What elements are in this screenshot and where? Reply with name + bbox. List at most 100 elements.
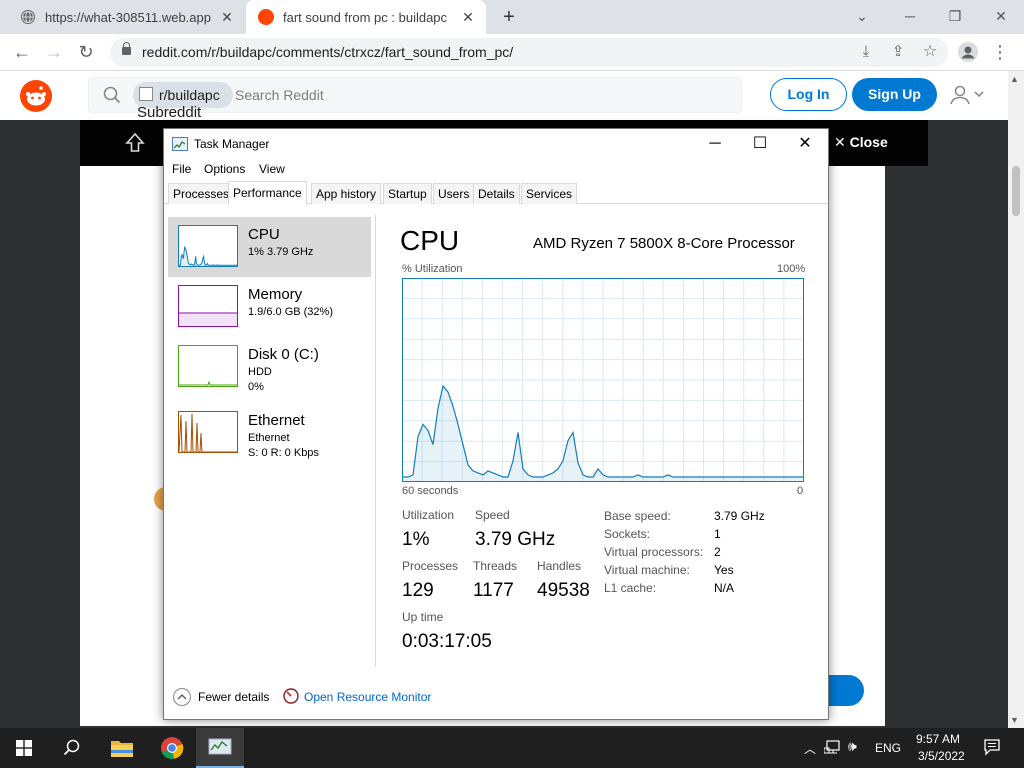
browser-tab-1[interactable]: https://what-308511.web.app ✕ — [0, 0, 245, 34]
base-speed-value: 3.79 GHz — [714, 509, 765, 523]
throughput: S: 0 R: 0 Kbps — [248, 447, 319, 459]
minimize-button[interactable]: ─ — [705, 135, 725, 153]
sidebar-name: Disk 0 (C:) — [248, 346, 319, 363]
virtual-machine-label: Virtual machine: — [604, 563, 690, 577]
disk-type: HDD — [248, 366, 272, 378]
sidebar-item-disk[interactable]: Disk 0 (C:) HDD 0% — [168, 337, 371, 397]
close-tab-icon[interactable]: ✕ — [219, 9, 235, 25]
cpu-panel: CPU AMD Ryzen 7 5800X 8-Core Processor %… — [400, 205, 810, 675]
scrollbar-thumb[interactable] — [1012, 166, 1020, 216]
login-button[interactable]: Log In — [770, 78, 847, 111]
menu-file[interactable]: File — [172, 162, 191, 176]
back-arrow-icon[interactable]: ← — [10, 41, 34, 63]
file-explorer-icon[interactable] — [98, 728, 146, 768]
base-speed-label: Base speed: — [604, 509, 671, 523]
close-window-button[interactable]: ✕ — [795, 135, 815, 153]
sidebar-sub: HDD 0% — [248, 365, 272, 395]
windows-start-icon[interactable] — [0, 728, 48, 768]
forward-arrow-icon[interactable]: → — [42, 41, 66, 63]
disk-usage: 0% — [248, 381, 264, 393]
profile-icon[interactable] — [956, 41, 980, 63]
tab-app-history[interactable]: App history — [311, 183, 382, 204]
task-manager-taskbar-icon[interactable] — [196, 728, 244, 768]
threads-value: 1177 — [473, 580, 514, 601]
zero-axis-label: 0 — [797, 485, 804, 497]
fewer-details-link[interactable]: Fewer details — [198, 690, 269, 704]
processor-name: AMD Ryzen 7 5800X 8-Core Processor — [533, 235, 795, 252]
url-field[interactable]: reddit.com/r/buildapc/comments/ctrxcz/fa… — [110, 38, 948, 67]
sidebar-item-ethernet[interactable]: Ethernet Ethernet S: 0 R: 0 Kbps — [168, 403, 371, 463]
menu-view[interactable]: View — [259, 162, 285, 176]
l1-cache-value: N/A — [714, 581, 735, 595]
chevron-up-icon[interactable] — [172, 687, 192, 710]
minimize-button[interactable]: ─ — [895, 5, 925, 27]
scroll-down-icon[interactable]: ▼ — [1010, 715, 1019, 725]
tab-startup[interactable]: Startup — [383, 183, 432, 204]
url-text: reddit.com/r/buildapc/comments/ctrxcz/fa… — [142, 44, 514, 60]
sockets-label: Sockets: — [604, 527, 651, 541]
restore-button[interactable]: ❐ — [940, 5, 970, 27]
address-bar: ← → ↻ reddit.com/r/buildapc/comments/ctr… — [0, 34, 1024, 71]
search-icon[interactable] — [48, 728, 96, 768]
tab-title: fart sound from pc : buildapc — [283, 9, 448, 25]
clock-date[interactable]: 3/5/2022 — [918, 749, 965, 763]
ethernet-sparkline — [178, 411, 238, 453]
new-tab-button[interactable]: + — [497, 6, 521, 28]
task-manager-footer: Fewer details Open Resource Monitor — [164, 681, 828, 719]
reddit-logo-icon[interactable] — [20, 80, 52, 112]
sidebar-item-cpu[interactable]: CPU 1% 3.79 GHz — [168, 217, 371, 277]
language-indicator[interactable]: ENG — [875, 741, 901, 755]
comment-button[interactable] — [826, 675, 864, 706]
tab-services[interactable]: Services — [521, 183, 578, 204]
menu-options[interactable]: Options — [204, 162, 245, 176]
menu-dots-icon[interactable]: ⋮ — [988, 41, 1012, 63]
close-post-button[interactable]: ✕ Close — [834, 134, 888, 151]
chevron-down-icon[interactable]: ⌄ — [847, 5, 877, 27]
sidebar-name: Memory — [248, 286, 303, 303]
volume-icon[interactable]: 🕪 — [848, 738, 857, 755]
chrome-icon[interactable] — [148, 728, 196, 768]
star-icon[interactable]: ☆ — [918, 41, 942, 63]
scroll-up-icon[interactable]: ▲ — [1010, 74, 1019, 84]
open-resource-monitor-link[interactable]: Open Resource Monitor — [304, 690, 431, 704]
performance-sidebar: CPU 1% 3.79 GHz Memory 1.9/6.0 GB (32%) … — [164, 205, 374, 675]
tab-users[interactable]: Users — [433, 183, 475, 204]
signup-button[interactable]: Sign Up — [852, 78, 937, 111]
close-tab-icon[interactable]: ✕ — [460, 9, 476, 25]
tab-processes[interactable]: Processes — [168, 183, 235, 204]
browser-tab-bar: https://what-308511.web.app ✕ fart sound… — [0, 0, 1024, 34]
maximize-button[interactable]: ☐ — [750, 135, 770, 153]
system-tray: ︿ 🕪 ENG 9:57 AM 3/5/2022 — [800, 728, 1024, 768]
browser-tab-2[interactable]: fart sound from pc : buildapc ✕ — [246, 0, 486, 34]
utilization-value: 1% — [402, 529, 430, 550]
cpu-sparkline — [178, 225, 238, 267]
reload-icon[interactable]: ↻ — [74, 41, 98, 63]
user-menu-button[interactable] — [948, 84, 988, 106]
cpu-utilization-graph — [402, 278, 804, 482]
broken-image-icon — [139, 87, 153, 101]
download-icon[interactable]: ⤓ — [854, 41, 878, 63]
search-icon — [103, 86, 121, 109]
menu-bar: File Options View — [164, 159, 828, 181]
notifications-icon[interactable] — [983, 738, 1001, 759]
globe-icon — [20, 9, 36, 25]
sidebar-sub: Ethernet S: 0 R: 0 Kbps — [248, 431, 319, 461]
tab-performance[interactable]: Performance — [228, 181, 307, 205]
upvote-icon[interactable] — [124, 132, 146, 159]
panel-title: CPU — [400, 225, 460, 256]
network-icon[interactable] — [823, 739, 842, 758]
sidebar-name: CPU — [248, 226, 280, 243]
share-icon[interactable]: ⇪ — [886, 41, 910, 63]
time-axis-label: 60 seconds — [402, 485, 459, 497]
task-manager-icon — [172, 137, 188, 151]
handles-label: Handles — [537, 559, 582, 573]
title-bar[interactable]: Task Manager ─ ☐ ✕ — [164, 129, 828, 159]
sidebar-item-memory[interactable]: Memory 1.9/6.0 GB (32%) — [168, 277, 371, 337]
reddit-favicon-icon — [258, 9, 274, 25]
chevron-up-icon[interactable]: ︿ — [804, 740, 816, 757]
window-title: Task Manager — [194, 137, 270, 151]
speed-value: 3.79 GHz — [475, 529, 556, 550]
close-window-button[interactable]: ✕ — [986, 5, 1016, 27]
tab-details[interactable]: Details — [473, 183, 520, 204]
clock-time[interactable]: 9:57 AM — [916, 732, 960, 746]
